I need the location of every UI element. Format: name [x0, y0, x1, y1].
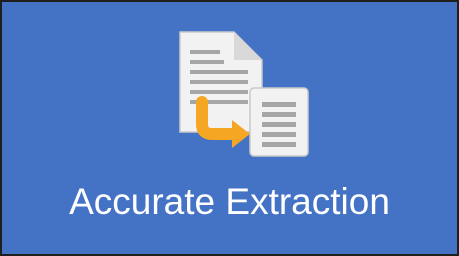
- document-extraction-icon: [179, 31, 309, 157]
- tile-title: Accurate Extraction: [69, 181, 390, 222]
- feature-tile: Accurate Extraction: [0, 0, 459, 256]
